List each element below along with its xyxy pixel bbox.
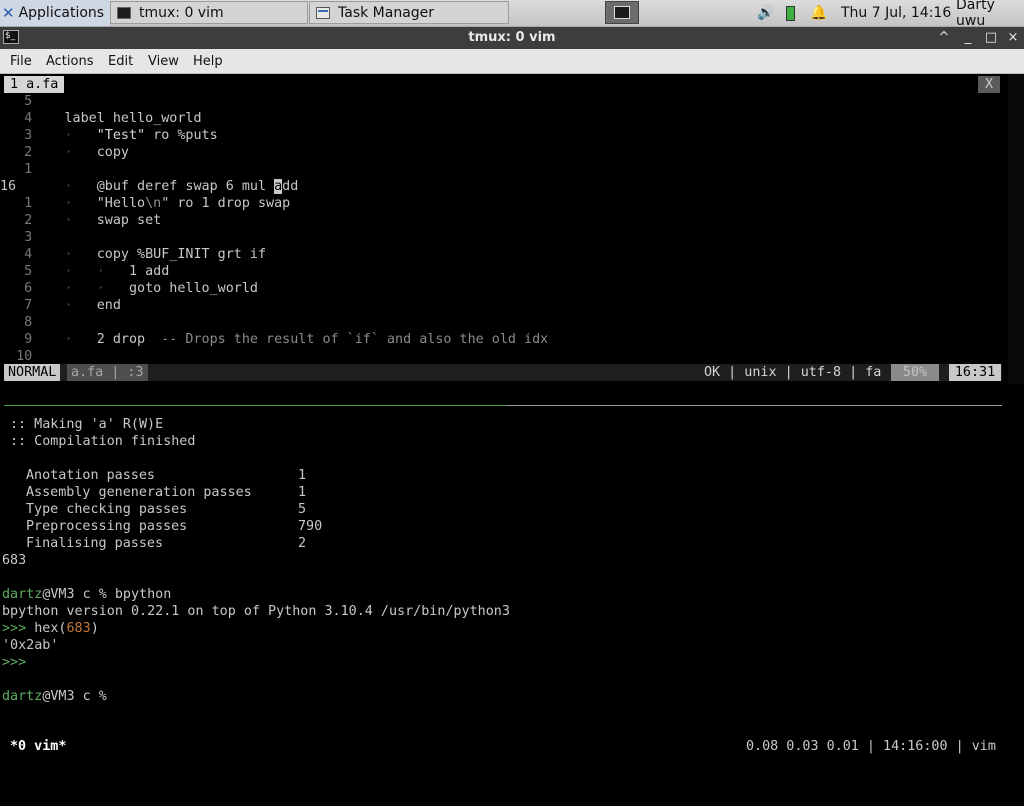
menu-bar: File Actions Edit View Help (0, 49, 1024, 74)
output-line: bpython version 0.22.1 on top of Python … (2, 604, 510, 619)
repl-prompt: >>> (2, 655, 27, 670)
vim-tab[interactable]: 1 a.fa (4, 76, 65, 93)
task-manager-icon (316, 6, 330, 19)
output-line: :: Compilation finished (10, 434, 196, 449)
pass-value: 1 (298, 485, 307, 500)
tmux-statusbar: *0 vim* 0.08 0.03 0.01 | 14:16:00 | vim (0, 738, 1024, 755)
taskbar-item-label: Task Manager (338, 4, 435, 21)
pass-name: Anotation passes (26, 468, 155, 483)
applications-menu-button[interactable]: ✕ Applications (0, 0, 110, 26)
pass-value: 790 (298, 519, 323, 534)
code-line: 5 · · 1 add (0, 264, 170, 279)
code-line: 1 · "Hello\n" ro 1 drop swap (0, 196, 291, 211)
pass-name: Assembly geneneration passes (26, 485, 252, 500)
code-line: 3 · "Test" ro %puts (0, 128, 218, 143)
taskbar-item-tmux[interactable]: tmux: 0 vim (110, 1, 308, 24)
pass-name: Type checking passes (26, 502, 188, 517)
vim-statusline: NORMAL a.fa | :3 OK | unix | utf-8 | fa … (4, 364, 1002, 381)
code-line: 2 · swap set (0, 213, 162, 228)
pass-name: Finalising passes (26, 536, 164, 551)
tmux-window-tab[interactable]: *0 vim* (10, 738, 66, 755)
tmux-pane-active-border (4, 405, 506, 406)
terminal-icon (614, 6, 630, 19)
user-menu[interactable]: Darty uwu (956, 0, 1024, 29)
terminal-icon (117, 6, 131, 19)
taskbar-item-task-manager[interactable]: Task Manager (309, 1, 509, 24)
window-title: tmux: 0 vim (468, 30, 556, 45)
pass-value: 5 (298, 502, 307, 517)
code-line: 6 · · goto hello_world (0, 281, 258, 296)
vim-mode: NORMAL (4, 364, 61, 381)
pass-name: Preprocessing passes (26, 519, 188, 534)
code-line: 2 · copy (0, 145, 129, 160)
vim-file-info: a.fa | :3 (67, 364, 148, 381)
vim-file-format: OK | unix | utf-8 | fa (704, 365, 882, 380)
shell-prompt: dartz@VM3 c % (2, 689, 107, 704)
clock[interactable]: Thu 7 Jul, 14:16 (841, 0, 951, 26)
vim-tabline: 1 a.fa X (0, 76, 1024, 93)
xfce-logo-icon: ✕ (2, 4, 15, 22)
code-line: 10 (0, 349, 33, 364)
menu-edit[interactable]: Edit (108, 54, 133, 69)
program-result: 683 (2, 553, 27, 568)
code-line: 5 (0, 94, 33, 109)
vim-scroll-percent: 50% (891, 364, 939, 381)
battery-icon[interactable] (786, 0, 795, 26)
pass-value: 1 (298, 468, 307, 483)
maximize-button[interactable]: □ (982, 28, 1000, 48)
applications-label: Applications (18, 5, 105, 21)
menu-view[interactable]: View (148, 54, 179, 69)
notifications-bell-icon[interactable]: 🔔 (810, 0, 827, 26)
code-line: 8 (0, 315, 33, 330)
code-line: 4 · copy %BUF_INIT grt if (0, 247, 267, 262)
terminal-area[interactable]: 1 a.fa X 5 4 label hello_world 3 · "Test… (0, 74, 1024, 768)
code-line: 4 label hello_world (0, 111, 202, 126)
output-line: :: Making 'a' R(W)E (10, 417, 164, 432)
code-line: 3 (0, 230, 33, 245)
window-titlebar[interactable]: $_ tmux: 0 vim ^ _ □ × (0, 27, 1024, 49)
volume-icon[interactable]: 🔊 (757, 0, 774, 26)
menu-actions[interactable]: Actions (46, 54, 94, 69)
workspace-switcher-button[interactable] (605, 1, 639, 24)
minimize-button[interactable]: _ (959, 28, 977, 48)
code-line-current: 16 · @buf deref swap 6 mul add (0, 179, 299, 194)
shade-button[interactable]: ^ (935, 28, 953, 48)
vim-cursor-position: 16:31 (949, 364, 1001, 381)
tmux-status-right: 0.08 0.03 0.01 | 14:16:00 | vim (746, 739, 996, 754)
top-panel: ✕ Applications tmux: 0 vim Task Manager … (0, 0, 1024, 29)
menu-help[interactable]: Help (193, 54, 223, 69)
menu-file[interactable]: File (10, 54, 32, 69)
close-button[interactable]: × (1004, 28, 1022, 48)
code-line: 7 · end (0, 298, 121, 313)
repl-result: '0x2ab' (2, 638, 59, 653)
scrollbar[interactable] (1008, 74, 1024, 384)
taskbar-item-label: tmux: 0 vim (139, 4, 224, 21)
vim-tab-close-button[interactable]: X (978, 76, 1000, 93)
repl-input-line: >>> hex(683) (2, 621, 99, 636)
text-cursor: a (274, 179, 283, 194)
shell-prompt: dartz@VM3 c % bpython (2, 587, 172, 602)
code-line: 1 (0, 162, 33, 177)
code-line: 9 · 2 drop -- Drops the result of `if` a… (0, 332, 549, 347)
pass-value: 2 (298, 536, 307, 551)
